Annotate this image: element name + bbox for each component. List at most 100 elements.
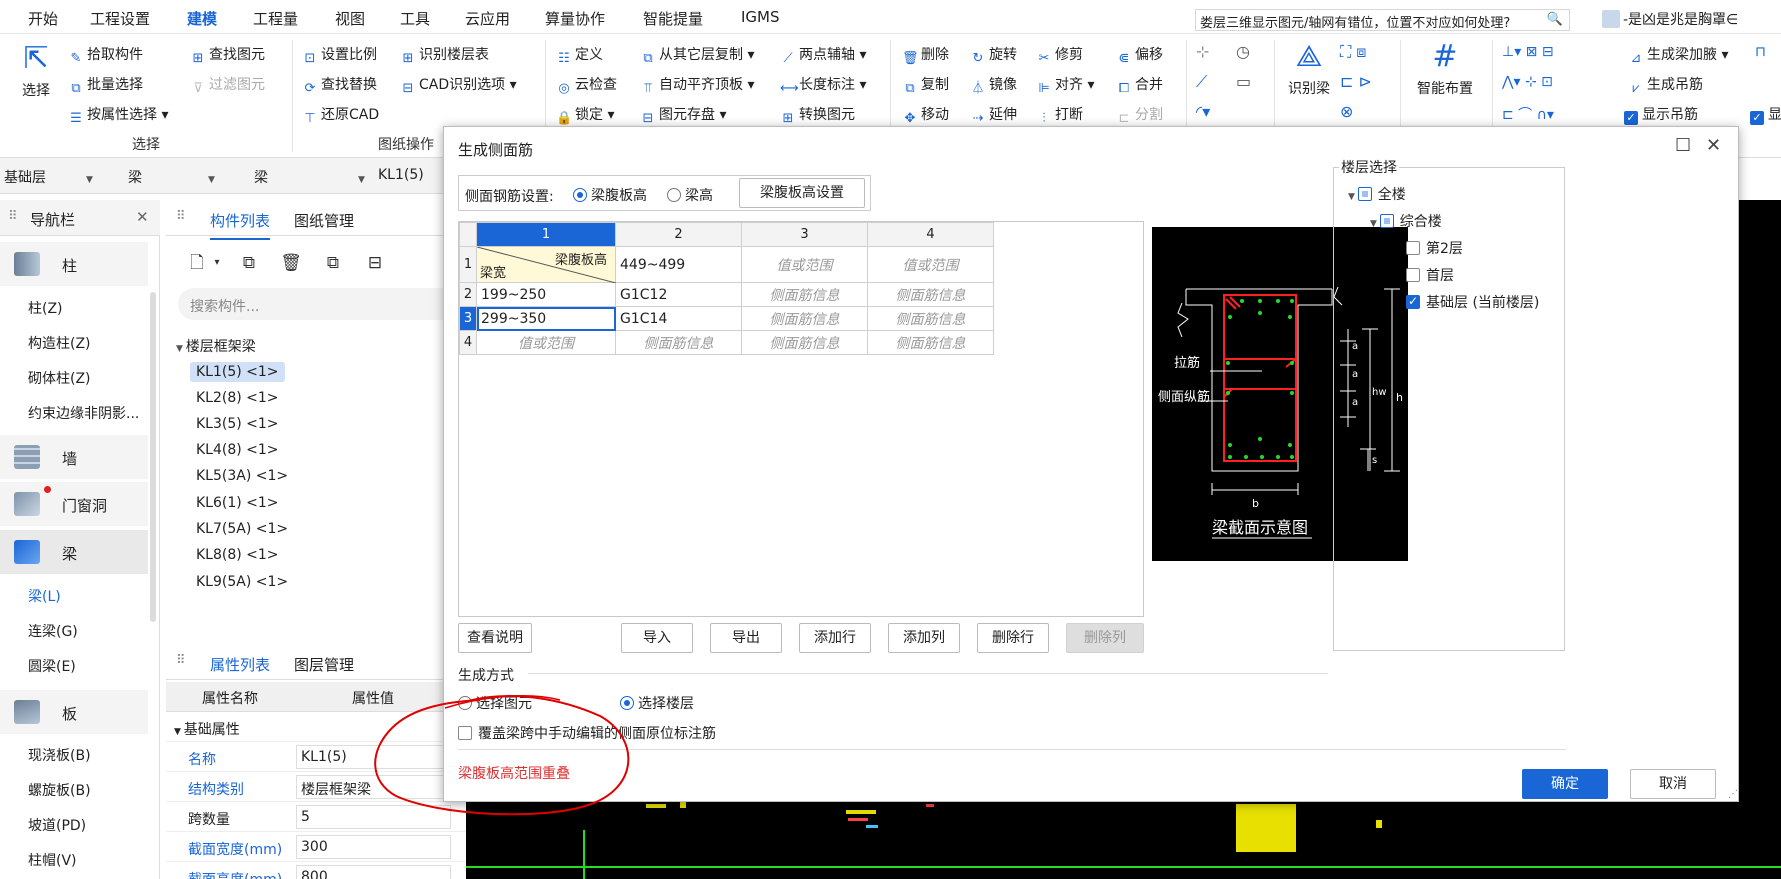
nav-cat-column[interactable]: 柱 xyxy=(0,242,148,286)
find-replace-button[interactable]: ⟳ 查找替换 xyxy=(302,74,377,97)
table-cell[interactable]: 199~250 xyxy=(476,282,616,307)
set-scale-button[interactable]: ⊡ 设置比例 xyxy=(302,44,377,67)
search-icon[interactable]: 🔍 xyxy=(1547,12,1563,27)
nav-sub-constructional-column[interactable]: 构造柱(Z) xyxy=(28,333,91,353)
nav-cat-beam[interactable]: 梁 xyxy=(0,530,148,574)
rect-tool-icon[interactable]: ▭ xyxy=(1236,72,1251,91)
cancel-button[interactable]: 取消 xyxy=(1630,769,1716,799)
row-header[interactable]: 2 xyxy=(459,282,477,307)
copy-button[interactable]: ⧉ 复制 xyxy=(902,74,949,97)
rotate-button[interactable]: ↻ 旋转 xyxy=(970,44,1017,67)
nav-cat-wall[interactable]: 墙 xyxy=(0,435,148,479)
list-item[interactable]: KL9(5A) <1> xyxy=(196,574,288,590)
col-header-2[interactable]: 2 xyxy=(615,222,742,247)
floor-tree-item[interactable]: 第2层 xyxy=(1406,238,1463,258)
delete-column-button[interactable]: 删除列 xyxy=(1066,623,1144,653)
select-button[interactable]: ⇱ 选择 xyxy=(14,42,58,100)
list-item[interactable]: KL8(8) <1> xyxy=(196,547,279,563)
table-cell[interactable]: 侧面筋信息 xyxy=(741,306,868,331)
nav-sub-column-z[interactable]: 柱(Z) xyxy=(28,298,63,318)
tool-overflow-icon[interactable]: ⊓ xyxy=(1755,44,1766,60)
property-section[interactable]: ▼ 基础属性 xyxy=(166,712,466,742)
drag-handle-icon[interactable]: ⠿ xyxy=(176,653,186,668)
merge-button[interactable]: ⧠ 合并 xyxy=(1116,74,1163,97)
list-item[interactable]: KL2(8) <1> xyxy=(196,390,279,406)
type2-select[interactable]: 梁 ▼ xyxy=(254,167,365,187)
lock-button[interactable]: 🔒 锁定 ▾ xyxy=(556,104,614,127)
auto-align-button[interactable]: ⫪ 自动平齐顶板 ▾ xyxy=(640,74,754,97)
table-cell[interactable]: 侧面筋信息 xyxy=(741,282,868,307)
extend-button[interactable]: ⇢ 延伸 xyxy=(970,104,1017,127)
table-cell[interactable]: 侧面筋信息 xyxy=(867,282,994,307)
property-value-input[interactable]: 楼层框架梁 xyxy=(296,775,451,799)
cloud-check-button[interactable]: ◎ 云检查 xyxy=(556,74,617,97)
align-button[interactable]: ⊫ 对齐 ▾ xyxy=(1036,74,1094,97)
view-help-button[interactable]: 查看说明 xyxy=(458,623,532,653)
batch-select-button[interactable]: ⧉ 批量选择 xyxy=(68,74,143,97)
nav-scrollbar[interactable] xyxy=(150,292,156,622)
identify-beam-button[interactable]: ⟁ 识别梁 xyxy=(1282,40,1336,98)
list-item[interactable]: KL5(3A) <1> xyxy=(196,468,288,484)
export-button[interactable]: 导出 xyxy=(710,623,782,653)
trim-button[interactable]: ✂ 修剪 xyxy=(1036,44,1083,67)
tool-group-e-icon[interactable]: ⋀▾ ⊹ ⊡ xyxy=(1502,74,1553,90)
nav-cat-slab[interactable]: 板 xyxy=(0,690,148,734)
show-partial-checkbox[interactable]: ✓ 显 xyxy=(1750,104,1781,125)
drag-handle-icon[interactable]: ⠿ xyxy=(8,209,18,224)
member-select[interactable]: KL1(5) xyxy=(378,167,424,183)
gen-hanger-button[interactable]: ⩗ 生成吊筋 xyxy=(1628,74,1703,97)
menu-smart[interactable]: 智能提量 xyxy=(643,8,703,29)
floor-select[interactable]: 基础层 ▼ xyxy=(4,167,93,187)
table-cell[interactable]: 449~499 xyxy=(615,246,742,283)
help-search-input[interactable]: 娄层三维显示图元/轴网有错位，位置不对应如何处理? 🔍 xyxy=(1195,9,1570,31)
radio-web-height[interactable]: 梁腹板高 xyxy=(573,185,647,205)
close-icon[interactable]: ✕ xyxy=(1706,135,1721,156)
tab-component-list[interactable]: 构件列表 xyxy=(210,210,271,240)
tree-group-floor-frame-beam[interactable]: ▼ 楼层框架梁 xyxy=(176,336,256,356)
drag-handle-icon[interactable]: ⠿ xyxy=(176,209,186,224)
ok-button[interactable]: 确定 xyxy=(1522,769,1608,799)
beam-tool-a-icon[interactable]: ⛶ ⧈ xyxy=(1340,42,1366,62)
pick-member-button[interactable]: ✎ 拾取构件 xyxy=(68,44,143,67)
gen-haunch-button[interactable]: ⊿ 生成梁加腋 ▾ xyxy=(1628,44,1729,67)
menu-igms[interactable]: IGMS xyxy=(741,8,780,26)
delete-row-button[interactable]: 删除行 xyxy=(977,623,1049,653)
floor-tree-item[interactable]: 首层 xyxy=(1406,265,1454,285)
identify-floor-table-button[interactable]: ⊞ 识别楼层表 xyxy=(400,44,489,67)
menu-cloud[interactable]: 云应用 xyxy=(465,8,510,29)
table-cell[interactable]: 侧面筋信息 xyxy=(615,330,742,355)
list-item[interactable]: KL1(5) <1> xyxy=(190,362,285,382)
offset-button[interactable]: ⋐ 偏移 xyxy=(1116,44,1163,67)
menu-tools[interactable]: 工具 xyxy=(400,8,430,29)
length-dim-button[interactable]: ⟷长度标注 ▾ xyxy=(780,74,866,97)
radio-select-floor[interactable]: 选择楼层 xyxy=(620,693,694,713)
menu-start[interactable]: 开始 xyxy=(28,8,58,29)
col-header-4[interactable]: 4 xyxy=(867,222,994,247)
tool-group-d-icon[interactable]: ⊥▾ ⊠ ⊟ xyxy=(1502,44,1554,60)
radio-select-element[interactable]: 选择图元 xyxy=(458,693,532,713)
line-tool-icon[interactable]: ⟋ xyxy=(1196,72,1207,92)
nav-sub-beam-l[interactable]: 梁(L) xyxy=(28,586,61,606)
mirror-button[interactable]: ⏃ 镜像 xyxy=(970,74,1017,97)
maximize-icon[interactable]: ☐ xyxy=(1675,135,1691,156)
cad-options-button[interactable]: ⊟ CAD识别选项 ▾ xyxy=(400,74,517,97)
beam-tool-c-icon[interactable]: ⊗ xyxy=(1340,102,1353,121)
table-cell[interactable]: G1C12 xyxy=(615,282,742,307)
delete-component-icon[interactable]: 🗑 xyxy=(278,250,304,276)
list-item[interactable]: KL6(1) <1> xyxy=(196,495,279,511)
chevron-down-icon[interactable]: ▾ xyxy=(204,250,230,276)
menu-modeling[interactable]: 建模 xyxy=(187,8,218,36)
point-tool-icon[interactable]: ⊹ xyxy=(1196,42,1209,61)
floor-tree-item[interactable]: ▼ 全楼 xyxy=(1348,184,1406,204)
filter-element-button[interactable]: ⊽ 过滤图元 xyxy=(190,74,265,97)
close-icon[interactable]: ✕ xyxy=(136,208,149,226)
break-button[interactable]: ⫶ 打断 xyxy=(1036,104,1083,127)
table-cell[interactable]: G1C14 xyxy=(615,306,742,331)
menu-quantity[interactable]: 工程量 xyxy=(253,8,298,29)
define-button[interactable]: ☷ 定义 xyxy=(556,44,603,67)
web-height-setting-button[interactable]: 梁腹板高设置 xyxy=(739,178,865,208)
col-header-1[interactable]: 1 xyxy=(476,222,616,247)
add-column-button[interactable]: 添加列 xyxy=(888,623,960,653)
beam-tool-b-icon[interactable]: ⊏ ⊳ xyxy=(1340,72,1372,91)
floor-tree-item[interactable]: 基础层 (当前楼层) xyxy=(1406,292,1539,312)
